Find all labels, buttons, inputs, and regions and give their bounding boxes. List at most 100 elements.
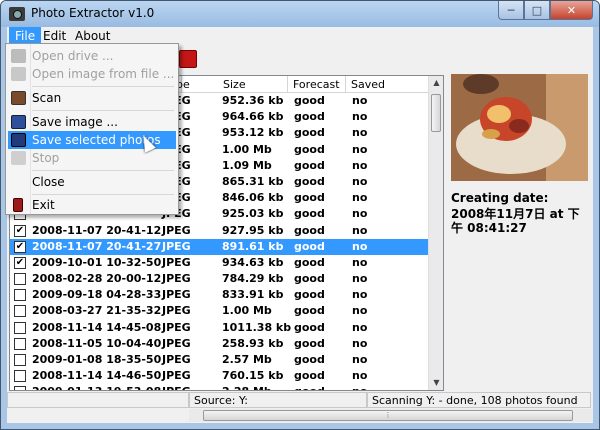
row-checkbox[interactable] — [14, 337, 26, 350]
table-row[interactable]: 2008-03-27 21-35-32 JPEG 1.00 Mb good no — [10, 303, 430, 319]
menu-separator — [32, 194, 174, 195]
row-saved: no — [352, 353, 368, 366]
row-forecast: good — [294, 191, 325, 205]
row-type: JPEG — [162, 336, 191, 350]
row-saved: no — [352, 304, 368, 318]
row-saved: no — [352, 191, 368, 205]
row-forecast: good — [294, 110, 325, 124]
minimize-button[interactable]: ─ — [498, 1, 524, 20]
table-row[interactable]: ✔ 2009-10-01 10-32-50 JPEG 934.63 kb good no — [10, 255, 430, 271]
row-checkbox[interactable]: ✔ — [14, 256, 26, 269]
row-forecast: good — [294, 336, 325, 350]
camera-icon — [9, 7, 25, 21]
row-checkbox[interactable] — [14, 321, 26, 334]
row-saved: no — [352, 320, 368, 334]
stop-icon[interactable] — [179, 50, 197, 68]
stop-icon — [11, 151, 26, 165]
row-saved: no — [352, 336, 368, 350]
row-forecast: good — [294, 126, 325, 140]
menu-item-scan[interactable]: Scan — [8, 89, 176, 107]
row-date: 2008-11-14 14-45-08 — [32, 320, 162, 334]
scroll-up-icon[interactable]: ▲ — [429, 76, 443, 90]
row-date: 2009-09-18 04-28-33 — [32, 288, 162, 302]
vertical-scrollbar[interactable]: ▲ ▼ — [428, 76, 443, 390]
row-date: 2008-03-27 21-35-32 — [32, 304, 162, 318]
app-window: Photo Extractor v1.0 ─ □ ✕ File Edit Abo… — [0, 0, 600, 430]
column-size-header[interactable]: Size — [218, 76, 288, 93]
row-size: 760.15 kb — [222, 369, 284, 383]
row-checkbox[interactable]: ✔ — [14, 224, 26, 237]
row-saved: no — [352, 288, 368, 302]
column-saved-header[interactable]: Saved — [346, 76, 430, 93]
scan-icon — [11, 91, 26, 105]
menu-separator — [32, 170, 174, 171]
row-forecast: good — [294, 223, 325, 237]
row-date: 2008-11-07 20-41-12 — [32, 223, 162, 237]
horizontal-scrollbar[interactable]: ⋮ — [189, 409, 593, 422]
row-saved: no — [352, 158, 368, 172]
row-size: 927.95 kb — [222, 223, 284, 237]
table-row[interactable]: 2008-02-28 20-00-12 JPEG 784.29 kb good no — [10, 271, 430, 287]
menu-item-open-image[interactable]: Open image from file ... — [8, 65, 176, 83]
row-size: 2.57 Mb — [222, 353, 272, 366]
scroll-down-icon[interactable]: ▼ — [429, 376, 443, 390]
menu-item-save-image[interactable]: Save image ... — [8, 113, 176, 131]
row-checkbox[interactable]: ✔ — [14, 240, 26, 253]
table-row[interactable]: 2008-11-14 14-46-50 JPEG 760.15 kb good no — [10, 368, 430, 384]
window-title: Photo Extractor v1.0 — [31, 6, 155, 20]
status-bar: Source: Y: Scanning Y: - done, 108 photo… — [7, 391, 593, 409]
table-row[interactable]: 2008-11-05 10-04-40 JPEG 258.93 kb good no — [10, 336, 430, 352]
row-saved: no — [352, 142, 368, 156]
status-source: Source: Y: — [189, 392, 367, 408]
row-type: JPEG — [162, 353, 191, 366]
menu-item-stop[interactable]: Stop — [8, 149, 176, 167]
row-date: 2008-02-28 20-00-12 — [32, 272, 162, 286]
row-size: 1.00 Mb — [222, 142, 272, 156]
row-size: 258.93 kb — [222, 336, 284, 350]
row-size: 1.09 Mb — [222, 158, 272, 172]
row-checkbox[interactable] — [14, 289, 26, 302]
row-forecast: good — [294, 255, 325, 269]
row-type: JPEG — [162, 288, 191, 302]
row-saved: no — [352, 174, 368, 188]
menu-item-close[interactable]: Close — [8, 173, 176, 191]
maximize-button[interactable]: □ — [524, 1, 550, 20]
row-saved: no — [352, 110, 368, 124]
column-forecast-header[interactable]: Forecast — [288, 76, 346, 93]
table-row[interactable]: 2009-09-18 04-28-33 JPEG 833.91 kb good no — [10, 287, 430, 303]
row-size: 846.06 kb — [222, 191, 284, 205]
table-row[interactable]: 2009-01-13 19-53-08JPEG2.28 Mbgoodno — [10, 384, 430, 390]
close-button[interactable]: ✕ — [550, 1, 593, 20]
row-type: JPEG — [162, 272, 191, 286]
menu-separator — [32, 110, 174, 111]
row-checkbox[interactable] — [14, 305, 26, 318]
menu-item-open-drive[interactable]: Open drive ... — [8, 47, 176, 65]
row-size: 953.12 kb — [222, 126, 284, 140]
row-saved: no — [352, 126, 368, 140]
table-row[interactable]: 2008-11-14 14-45-08 JPEG 1011.38 kb good no — [10, 320, 430, 336]
save-multiple-icon — [11, 133, 26, 147]
row-forecast: good — [294, 142, 325, 156]
row-checkbox[interactable] — [14, 273, 26, 286]
row-checkbox[interactable] — [14, 370, 26, 383]
row-saved: no — [352, 272, 368, 286]
horizontal-scroll-thumb[interactable]: ⋮ — [203, 410, 573, 421]
row-forecast: good — [294, 369, 325, 383]
table-row[interactable]: ✔ 2008-11-07 20-41-12 JPEG 927.95 kb good no — [10, 223, 430, 239]
exit-icon — [13, 198, 23, 212]
row-saved: no — [352, 239, 368, 253]
menu-separator — [32, 86, 174, 87]
table-row[interactable]: 2009-01-08 18-35-50 JPEG 2.57 Mb good no — [10, 352, 430, 368]
creating-date-label: Creating date: — [451, 191, 549, 205]
row-checkbox[interactable] — [14, 354, 26, 366]
row-forecast: good — [294, 272, 325, 286]
row-size: 833.91 kb — [222, 288, 284, 302]
row-forecast: good — [294, 94, 325, 107]
title-bar[interactable]: Photo Extractor v1.0 ─ □ ✕ — [1, 1, 599, 27]
row-size: 952.36 kb — [222, 94, 284, 107]
table-row[interactable]: ✔ 2008-11-07 20-41-27 JPEG 891.61 kb good no — [10, 238, 430, 255]
row-type: JPEG — [162, 255, 191, 269]
menu-item-exit[interactable]: Exit — [8, 196, 176, 214]
scroll-thumb[interactable] — [431, 94, 441, 132]
row-size: 784.29 kb — [222, 272, 284, 286]
